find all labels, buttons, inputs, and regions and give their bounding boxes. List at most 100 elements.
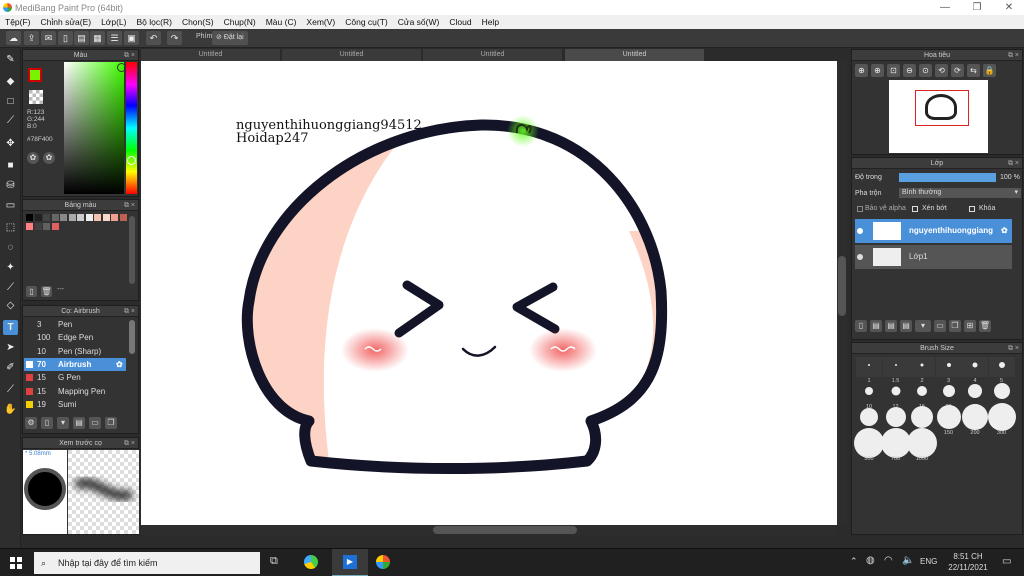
cloud-icon[interactable]: ☁ bbox=[6, 31, 21, 45]
palette-settings-icon[interactable]: ✿ bbox=[43, 152, 55, 164]
tab-untitled-2[interactable]: Untitled bbox=[282, 49, 421, 61]
select-pen-icon[interactable]: ⟋ bbox=[3, 280, 18, 295]
select-eraser-icon[interactable]: ◇ bbox=[3, 298, 18, 313]
brush-item[interactable]: 3 Pen bbox=[24, 318, 126, 331]
palette-swatch[interactable] bbox=[60, 214, 67, 221]
brush-size-option[interactable]: 100 bbox=[909, 406, 935, 436]
zoom-fit-icon[interactable]: ⊕ bbox=[871, 64, 884, 77]
visibility-icon[interactable] bbox=[857, 228, 863, 234]
brush-tool-icon[interactable]: ✎ bbox=[3, 52, 18, 67]
grid-icon[interactable]: ▦ bbox=[90, 31, 105, 45]
lock-checkbox[interactable] bbox=[969, 206, 975, 212]
wifi-icon[interactable]: ◠ bbox=[884, 555, 893, 566]
new-brush-icon[interactable]: ▯ bbox=[41, 417, 53, 429]
palette-swatch[interactable] bbox=[68, 214, 76, 221]
zoom-in-icon[interactable]: ⊕ bbox=[855, 64, 868, 77]
clipping-checkbox[interactable] bbox=[912, 206, 918, 212]
blend-mode-select[interactable]: Bình thường ▾ bbox=[899, 188, 1021, 198]
comment-icon[interactable]: ✉ bbox=[41, 31, 56, 45]
layer-row-base[interactable]: Lớp1 bbox=[855, 245, 1012, 269]
menu-tools[interactable]: Công cụ(T) bbox=[340, 17, 393, 27]
palette-scrollbar[interactable] bbox=[129, 216, 135, 284]
add-brush-icon[interactable]: ▾ bbox=[57, 417, 69, 429]
chevron-up-icon[interactable]: ⌃ bbox=[850, 556, 858, 567]
brush-size-option[interactable]: 1000 bbox=[907, 428, 937, 462]
brush-size-option[interactable]: 700 bbox=[880, 428, 911, 462]
taskbar-search-box[interactable]: ⌕ Nhập tại đây để tìm kiếm bbox=[34, 552, 260, 574]
horizontal-scroll-thumb[interactable] bbox=[433, 526, 577, 534]
new-palette-icon[interactable]: ▯ bbox=[26, 286, 37, 297]
brush-folder-icon[interactable]: ▭ bbox=[89, 417, 101, 429]
fit-window-icon[interactable]: ⊡ bbox=[887, 64, 900, 77]
brush-size-option[interactable]: 4 bbox=[962, 357, 988, 384]
dot-tool-icon[interactable]: ⟋ bbox=[3, 113, 18, 128]
copy-brush-icon[interactable]: ▤ bbox=[73, 417, 85, 429]
brush-size-option[interactable]: 20 bbox=[936, 383, 962, 410]
language-indicator[interactable]: ENG bbox=[920, 557, 937, 566]
divide-tool-icon[interactable]: ✐ bbox=[3, 360, 18, 375]
canvas-horizontal-scrollbar[interactable] bbox=[141, 525, 837, 535]
text-tool-icon[interactable]: T bbox=[3, 320, 18, 335]
palette-swatch[interactable] bbox=[43, 223, 50, 230]
windows-start-icon[interactable] bbox=[10, 557, 22, 569]
page-icon[interactable]: ▯ bbox=[58, 31, 73, 45]
shape-tool-icon[interactable]: □ bbox=[3, 94, 18, 109]
maximize-icon[interactable]: ❐ bbox=[962, 0, 992, 15]
list-icon[interactable]: ☰ bbox=[107, 31, 122, 45]
brush-item[interactable]: 19 Sumi bbox=[24, 398, 126, 411]
palette-swatch[interactable] bbox=[26, 214, 33, 221]
magic-wand-icon[interactable]: ✦ bbox=[3, 260, 18, 275]
drawing-canvas[interactable]: nguyenthihuonggiang94512 Hoidap247 bbox=[141, 61, 837, 525]
brush-size-option[interactable]: 15 bbox=[909, 383, 935, 410]
brush-scrollbar[interactable] bbox=[129, 320, 135, 354]
brush-item[interactable]: 70 Airbrush ✿ bbox=[24, 357, 126, 371]
panel-menu-icon[interactable]: ⧉ × bbox=[124, 200, 135, 211]
volume-icon[interactable]: 🔈 bbox=[902, 555, 914, 566]
menu-window[interactable]: Cửa số(W) bbox=[393, 17, 445, 27]
network-icon[interactable]: ◍ bbox=[866, 555, 875, 566]
palette-add-icon[interactable]: ✿ bbox=[27, 152, 39, 164]
close-icon[interactable]: ✕ bbox=[994, 0, 1024, 15]
brush-item[interactable]: 15 G Pen bbox=[24, 371, 126, 384]
new-halftone-layer-icon[interactable]: ▤ bbox=[870, 320, 882, 332]
hue-handle[interactable] bbox=[127, 156, 136, 165]
brush-size-option[interactable]: 1.5 bbox=[882, 357, 909, 384]
tab-untitled-1[interactable]: Untitled bbox=[141, 49, 280, 61]
brush-item[interactable]: 10 Pen (Sharp) bbox=[24, 345, 126, 358]
tab-untitled-3[interactable]: Untitled bbox=[423, 49, 562, 61]
new-1bit-layer-icon[interactable]: ▤ bbox=[900, 320, 912, 332]
panel-menu-icon[interactable]: ⧉ × bbox=[124, 306, 135, 317]
panel-menu-icon[interactable]: ⧉ × bbox=[1008, 343, 1019, 354]
canvas-vertical-scrollbar[interactable] bbox=[837, 61, 847, 525]
menu-file[interactable]: Tệp(F) bbox=[0, 17, 36, 27]
brush-item[interactable]: 15 Mapping Pen bbox=[24, 385, 126, 398]
document-icon[interactable]: ▤ bbox=[74, 31, 89, 45]
brush-size-option[interactable]: 30 bbox=[989, 383, 1015, 410]
panel-menu-icon[interactable]: ⧉ × bbox=[124, 50, 135, 61]
fill-rect-icon[interactable]: ■ bbox=[3, 158, 18, 173]
palette-swatch[interactable] bbox=[102, 214, 110, 221]
palette-swatch[interactable] bbox=[34, 214, 42, 221]
actual-size-icon[interactable]: ⊙ bbox=[919, 64, 932, 77]
palette-swatch[interactable] bbox=[77, 214, 84, 221]
palette-swatch[interactable] bbox=[43, 214, 50, 221]
menu-filter[interactable]: Bộ lọc(R) bbox=[132, 17, 177, 27]
new-8bit-layer-icon[interactable]: ▤ bbox=[885, 320, 897, 332]
panel-menu-icon[interactable]: ⧉ × bbox=[1008, 50, 1019, 61]
vertical-scroll-thumb[interactable] bbox=[838, 256, 846, 316]
media-app-button[interactable]: ▶ bbox=[332, 549, 368, 576]
reset-button[interactable]: ⊘ Đặt lại bbox=[212, 31, 248, 45]
medibang-taskbar-icon[interactable] bbox=[376, 555, 390, 569]
palette-swatch[interactable] bbox=[51, 214, 59, 221]
palette-swatch[interactable] bbox=[94, 214, 101, 221]
browser-icon[interactable] bbox=[304, 555, 318, 569]
palette-swatch[interactable] bbox=[26, 223, 33, 230]
transparent-color-swatch[interactable] bbox=[29, 90, 43, 104]
foreground-color-swatch[interactable] bbox=[28, 68, 42, 82]
rotate-right-icon[interactable]: ⟳ bbox=[951, 64, 964, 77]
hand-tool-icon[interactable]: ✋ bbox=[3, 402, 18, 417]
share-icon[interactable]: ⇪ bbox=[24, 31, 39, 45]
notification-icon[interactable]: ▭ bbox=[1002, 556, 1011, 567]
brush-settings-icon[interactable]: ✿ bbox=[116, 358, 123, 371]
palette-swatch[interactable] bbox=[51, 223, 59, 230]
